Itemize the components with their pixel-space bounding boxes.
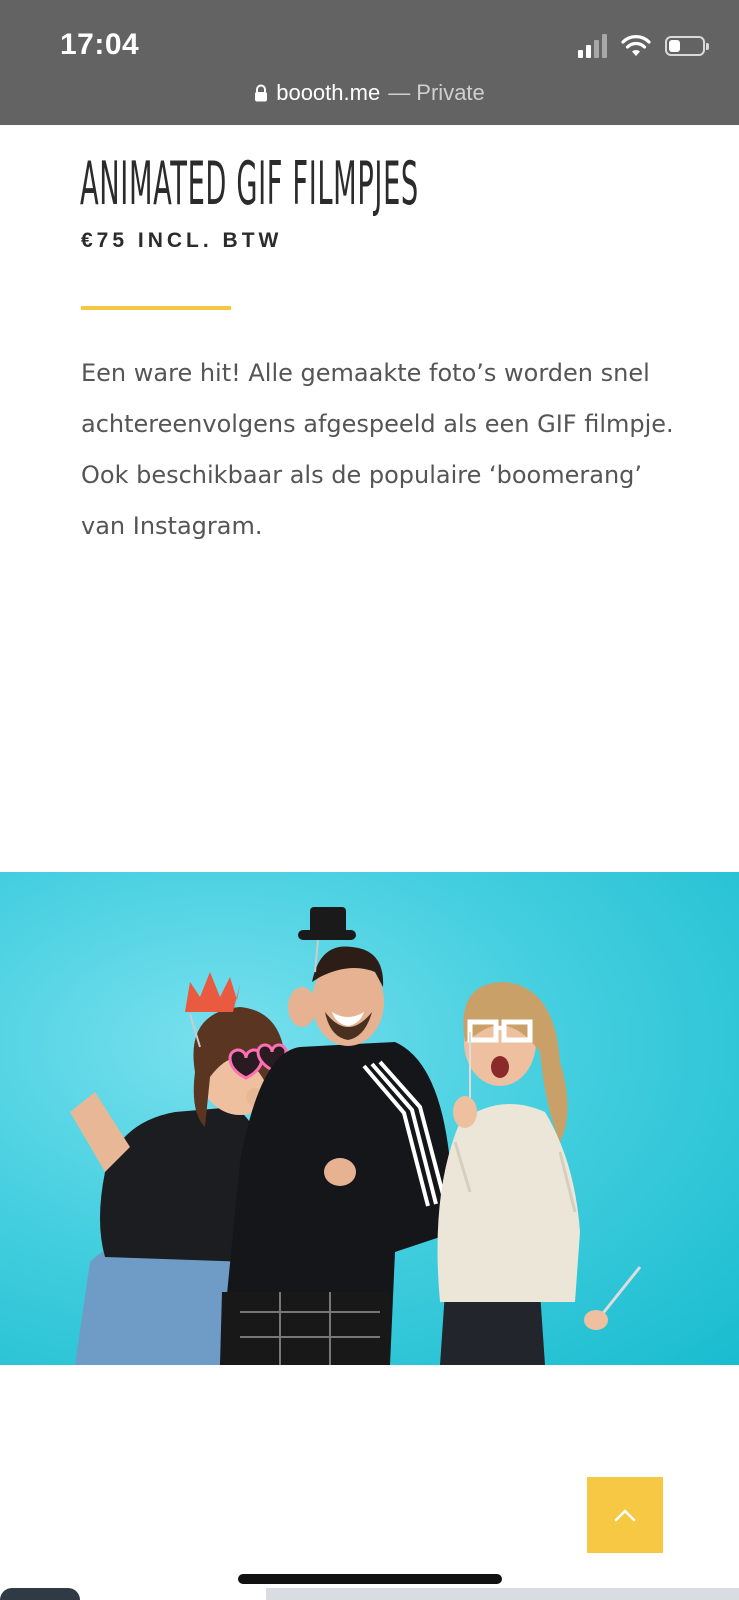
person-right <box>437 982 642 1365</box>
url-bar[interactable]: boooth.me — Private <box>0 80 739 106</box>
product-price: €75 INCL. BTW <box>81 229 283 252</box>
home-indicator[interactable] <box>238 1574 502 1584</box>
chevron-up-icon <box>614 1509 636 1522</box>
lock-icon <box>255 84 268 102</box>
private-mode-label: — Private <box>388 80 485 105</box>
next-content-peek-right <box>266 1588 739 1600</box>
cellular-signal-icon <box>578 34 607 58</box>
status-time: 17:04 <box>60 28 140 61</box>
product-description: Een ware hit! Alle gemaakte foto’s worde… <box>81 359 674 540</box>
url-domain: boooth.me <box>276 80 381 105</box>
status-icons <box>578 34 709 58</box>
photobooth-image <box>0 872 739 1365</box>
battery-icon <box>665 36 709 56</box>
wifi-icon <box>621 35 651 56</box>
scroll-to-top-button[interactable] <box>587 1477 663 1553</box>
product-title: ANIMATED GIF FILMPJES <box>80 150 419 219</box>
browser-top-bar: 17:04 boooth.me — Private <box>0 0 739 125</box>
accent-divider <box>81 306 231 310</box>
next-content-peek-left <box>0 1588 80 1600</box>
person-middle <box>220 907 455 1365</box>
